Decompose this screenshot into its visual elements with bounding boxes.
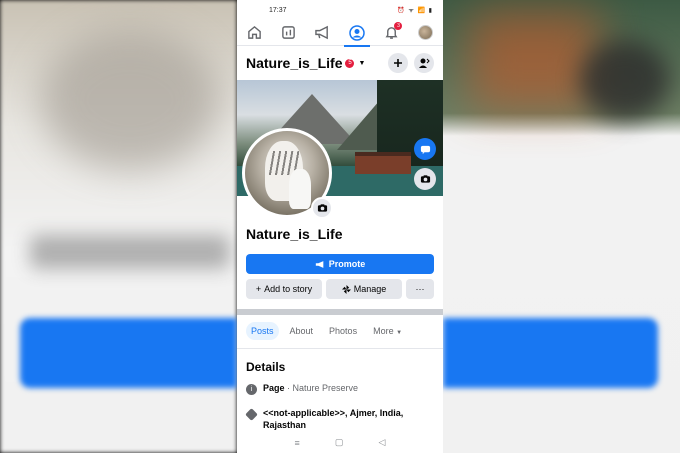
create-button[interactable]	[388, 53, 408, 73]
person-switch-icon	[419, 58, 430, 68]
tab-photos[interactable]: Photos	[324, 322, 362, 340]
messenger-button[interactable]	[414, 138, 436, 160]
home-square-icon[interactable]: ▢	[335, 437, 344, 448]
info-icon: i	[246, 384, 257, 395]
camera-icon	[420, 175, 430, 183]
megaphone-icon	[315, 25, 329, 40]
manage-button[interactable]: Manage	[326, 279, 402, 299]
avatar	[418, 25, 434, 40]
caret-down-icon: ▼	[396, 330, 403, 336]
chat-bubble-icon	[420, 145, 430, 154]
edit-cover-button[interactable]	[414, 168, 436, 190]
promote-label: Promote	[328, 259, 366, 269]
tab-profile[interactable]	[344, 21, 371, 47]
page-subtabs: Posts About Photos More ▼	[246, 322, 407, 340]
plus-icon: +	[255, 284, 262, 294]
tab-more-label: More	[373, 326, 394, 336]
plus-icon	[394, 59, 402, 67]
add-to-story-button[interactable]: + Add to story	[246, 279, 322, 299]
profile-icon	[349, 24, 365, 41]
tab-about[interactable]: About	[285, 322, 319, 340]
home-icon	[247, 25, 261, 39]
promote-button[interactable]: Promote	[246, 254, 434, 274]
ellipsis-icon: ···	[415, 284, 425, 294]
caret-down-icon[interactable]: ▼	[358, 60, 365, 67]
menu-icon[interactable]: ≡	[295, 438, 300, 448]
status-time: 17:37	[269, 6, 287, 14]
tab-pages[interactable]	[275, 21, 301, 45]
section-divider	[237, 309, 443, 315]
manage-label: Manage	[353, 284, 387, 294]
divider	[237, 348, 443, 349]
more-actions-button[interactable]: ···	[406, 279, 434, 299]
system-nav-bar: ≡ ▢ ◁	[237, 432, 443, 453]
edit-profile-picture-button[interactable]	[311, 197, 333, 219]
page-title: Nature_is_Life	[246, 226, 343, 242]
top-tab-bar: 3	[237, 20, 443, 47]
tab-posts[interactable]: Posts	[246, 322, 279, 340]
pinwheel-icon	[341, 284, 351, 294]
notification-badge: 3	[394, 21, 403, 30]
tab-account[interactable]	[413, 21, 439, 45]
status-bar: 17:37 ⏰ ᯤ 📶 ▮	[237, 0, 443, 20]
page-name-switcher[interactable]: Nature_is_Life	[246, 55, 342, 71]
back-icon[interactable]: ◁	[379, 437, 386, 448]
detail-category: i Page · Nature Preserve	[246, 383, 436, 395]
tab-more[interactable]: More ▼	[368, 322, 407, 340]
details-heading: Details	[246, 360, 286, 374]
address-line-2: Rajasthan	[263, 420, 307, 430]
location-icon	[245, 408, 258, 421]
add-to-story-label: Add to story	[264, 284, 313, 294]
address-line-1: <<not-applicable>>, Ajmer, India,	[263, 408, 404, 418]
unread-badge: 5	[345, 58, 355, 68]
status-icons: ⏰ ᯤ 📶 ▮	[397, 8, 433, 14]
page-header: Nature_is_Life 5 ▼	[237, 46, 443, 80]
camera-icon	[317, 204, 327, 212]
megaphone-icon	[315, 260, 324, 268]
category-value: · Nature Preserve	[284, 383, 359, 393]
tab-home[interactable]	[241, 21, 267, 45]
tab-notifications[interactable]: 3	[378, 21, 404, 45]
phone-screen: 17:37 ⏰ ᯤ 📶 ▮ 3 Nature_is_Life 5 ▼ Natur…	[237, 0, 443, 453]
pages-icon	[282, 26, 295, 39]
category-label: Page	[263, 383, 285, 393]
detail-address: <<not-applicable>>, Ajmer, India, Rajasth…	[245, 407, 436, 431]
tab-ads[interactable]	[310, 21, 336, 45]
switch-profile-button[interactable]	[414, 53, 434, 73]
